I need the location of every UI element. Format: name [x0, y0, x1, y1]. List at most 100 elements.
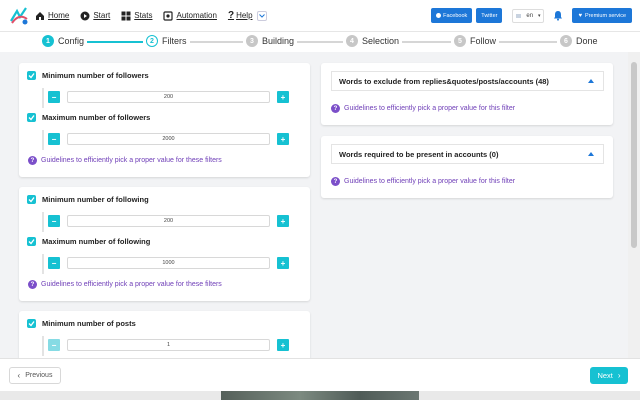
premium-label: Premium service — [585, 12, 626, 19]
min-following-item: Minimum number of following — [27, 193, 149, 205]
nav-right-group: Facebook Twitter en ▾ ♥ Premium service — [431, 8, 632, 23]
required-guidelines-link[interactable]: ? Guidelines to efficiently pick a prope… — [331, 177, 515, 186]
premium-service-button[interactable]: ♥ Premium service — [572, 8, 632, 23]
indent-bar — [42, 336, 44, 356]
step-number: 2 — [146, 35, 158, 47]
next-button[interactable]: Next › — [590, 367, 628, 384]
min-posts-input[interactable]: 1 — [67, 339, 270, 351]
question-circle-icon: ? — [28, 156, 37, 165]
nav-stats-label: Stats — [134, 11, 153, 20]
min-followers-stepper: − 200 + — [42, 88, 289, 108]
step-number: 4 — [346, 35, 358, 47]
step-label: Building — [262, 36, 295, 46]
step-number: 1 — [42, 35, 54, 47]
step-label: Done — [576, 36, 598, 46]
following-filter-card: Minimum number of following − 200 + Maxi… — [19, 187, 310, 301]
step-selection[interactable]: 4 Selection — [343, 35, 403, 47]
max-followers-checkbox[interactable] — [27, 112, 36, 122]
filters-content: Minimum number of followers − 200 + Maxi… — [0, 52, 628, 358]
min-posts-stepper: − 1 + — [42, 336, 289, 356]
question-circle-icon: ? — [28, 280, 37, 289]
wizard-stepper: 1 Config 2 Filters 3 Building 4 Selectio… — [0, 32, 640, 52]
exclude-words-accordion[interactable]: Words to exclude from replies&quotes/pos… — [331, 71, 604, 91]
followers-filter-card: Minimum number of followers − 200 + Maxi… — [19, 63, 310, 177]
step-building[interactable]: 3 Building — [243, 35, 298, 47]
twitter-button[interactable]: Twitter — [476, 8, 503, 23]
required-words-accordion[interactable]: Words required to be present in accounts… — [331, 144, 604, 164]
decrement-button[interactable]: − — [48, 133, 60, 145]
step-config[interactable]: 1 Config — [39, 35, 88, 47]
chevron-right-icon: › — [617, 371, 621, 380]
automation-icon — [163, 10, 174, 21]
nav-stats-link[interactable]: Stats — [121, 11, 152, 21]
max-following-stepper: − 1000 + — [42, 254, 289, 274]
max-following-input[interactable]: 1000 — [67, 257, 270, 269]
nav-start-link[interactable]: Start — [80, 11, 110, 21]
step-label: Selection — [362, 36, 400, 46]
facebook-label: Facebook — [443, 12, 468, 19]
min-followers-label: Minimum number of followers — [42, 70, 149, 80]
min-posts-label: Minimum number of posts — [42, 318, 136, 328]
play-circle-icon — [80, 11, 90, 21]
followers-guidelines-link[interactable]: ? Guidelines to efficiently pick a prope… — [28, 156, 222, 165]
decrement-button[interactable]: − — [48, 257, 60, 269]
nav-automation-link[interactable]: Automation — [163, 10, 217, 21]
content-scrollbar[interactable] — [628, 52, 640, 358]
nav-automation-label: Automation — [176, 11, 217, 20]
background-strip — [0, 391, 640, 400]
min-followers-input[interactable]: 200 — [67, 91, 270, 103]
increment-button[interactable]: + — [277, 257, 289, 269]
twitter-label: Twitter — [481, 12, 498, 19]
previous-button[interactable]: ‹ Previous — [9, 367, 61, 384]
increment-button[interactable]: + — [277, 91, 289, 103]
required-words-title: Words required to be present in accounts… — [339, 149, 499, 159]
following-guidelines-link[interactable]: ? Guidelines to efficiently pick a prope… — [28, 280, 222, 289]
exclude-words-card: Words to exclude from replies&quotes/pos… — [321, 63, 613, 125]
increment-button[interactable]: + — [277, 133, 289, 145]
background-image — [221, 391, 419, 400]
step-label: Config — [58, 36, 85, 46]
indent-bar — [42, 88, 44, 108]
min-followers-checkbox[interactable] — [27, 70, 36, 80]
max-followers-stepper: − 2000 + — [42, 130, 289, 150]
nav-home-link[interactable]: Home — [35, 11, 69, 21]
language-flag-icon — [516, 13, 522, 18]
min-posts-item: Minimum number of posts — [27, 317, 136, 329]
step-number: 3 — [246, 35, 258, 47]
language-select[interactable]: en ▾ — [512, 8, 545, 23]
nav-help-menu[interactable]: ? Help — [228, 10, 267, 21]
min-posts-checkbox[interactable] — [27, 318, 36, 328]
posts-filter-card: Minimum number of posts − 1 + — [19, 311, 310, 358]
heart-icon: ♥ — [578, 12, 583, 19]
top-navbar: Home Start Stats Automation ? Help Faceb… — [0, 0, 640, 32]
step-follow[interactable]: 5 Follow — [451, 35, 500, 47]
chevron-down-icon: ▾ — [537, 12, 541, 19]
wizard-footer: ‹ Previous Next › — [0, 358, 640, 391]
exclude-guidelines-link[interactable]: ? Guidelines to efficiently pick a prope… — [331, 104, 515, 113]
min-following-checkbox[interactable] — [27, 194, 36, 204]
max-followers-input[interactable]: 2000 — [67, 133, 270, 145]
max-followers-label: Maximum number of followers — [42, 112, 151, 122]
decrement-button[interactable]: − — [48, 339, 60, 351]
chevron-left-icon: ‹ — [17, 371, 21, 380]
min-following-stepper: − 200 + — [42, 212, 289, 232]
nav-home-label: Home — [48, 11, 70, 20]
chevron-down-icon[interactable] — [256, 10, 267, 21]
min-following-label: Minimum number of following — [42, 194, 149, 204]
increment-button[interactable]: + — [277, 215, 289, 227]
decrement-button[interactable]: − — [48, 91, 60, 103]
step-filters[interactable]: 2 Filters — [143, 35, 190, 47]
step-label: Filters — [162, 36, 187, 46]
step-done[interactable]: 6 Done — [557, 35, 601, 47]
max-following-checkbox[interactable] — [27, 236, 36, 246]
bell-icon[interactable] — [552, 10, 564, 22]
facebook-button[interactable]: Facebook — [431, 8, 473, 23]
step-number: 5 — [454, 35, 466, 47]
scrollbar-thumb[interactable] — [631, 62, 637, 248]
step-label: Follow — [470, 36, 497, 46]
app-logo-icon[interactable] — [8, 5, 30, 27]
decrement-button[interactable]: − — [48, 215, 60, 227]
nav-help-label: Help — [236, 11, 253, 20]
min-following-input[interactable]: 200 — [67, 215, 270, 227]
increment-button[interactable]: + — [277, 339, 289, 351]
